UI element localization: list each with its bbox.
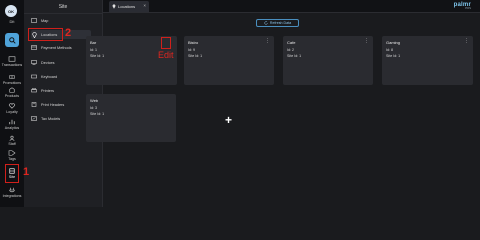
card-name: Cafe — [287, 40, 296, 45]
nav-products[interactable]: Products — [0, 87, 24, 98]
transactions-icon — [8, 56, 16, 62]
nav-label: Analytics — [4, 126, 20, 130]
submenu-item-map[interactable]: Map — [31, 16, 91, 25]
submenu-label: Tax Models — [41, 116, 61, 121]
nav-integrations[interactable]: Integrations — [0, 187, 24, 198]
submenu-item-print-headers[interactable]: Print Headers — [31, 100, 91, 109]
printer-icon — [31, 88, 37, 93]
card-name: Bar — [90, 40, 97, 45]
submenu-label: Devices — [41, 60, 55, 65]
products-icon — [9, 87, 15, 93]
panel-title: Site — [24, 0, 102, 14]
loyalty-icon — [8, 103, 16, 109]
map-icon — [31, 18, 37, 23]
card-name: Bistro — [188, 40, 199, 45]
card-name: Web — [90, 98, 99, 103]
nav-label: Transactions — [1, 63, 23, 67]
nav-loyalty[interactable]: Loyalty — [0, 103, 24, 114]
tags-icon — [8, 150, 16, 156]
more-options-icon[interactable]: ⋮ — [364, 39, 369, 44]
refresh-label: Refresh Data — [269, 21, 292, 25]
card-id: Id: 8 — [386, 48, 393, 52]
nav-staff[interactable]: Staff — [0, 135, 24, 146]
location-card-web[interactable]: Web Id: 3 Site Id: 1 — [86, 94, 176, 142]
card-site-id: Site Id: 1 — [386, 54, 401, 58]
card-id: Id: 1 — [90, 48, 97, 52]
card-name: Gaming — [386, 40, 401, 45]
top-bar: Locations × palmr POS — [103, 0, 480, 13]
location-card-bistro[interactable]: Bistro Id: 9 Site Id: 1 ⋮ — [184, 36, 274, 85]
submenu-item-keyboard[interactable]: Keyboard — [31, 72, 91, 81]
search-icon — [8, 36, 16, 44]
submenu-item-payment-methods[interactable]: Payment Methods — [31, 43, 91, 52]
submenu-label: Map — [41, 18, 49, 23]
card-site-id: Site Id: 1 — [90, 112, 105, 116]
annotation-box-kebab — [161, 37, 171, 49]
more-options-icon[interactable]: ⋮ — [464, 39, 469, 44]
location-card-gaming[interactable]: Gaming Id: 8 Site Id: 1 ⋮ — [382, 36, 473, 85]
annotation-box-site — [5, 164, 19, 183]
card-site-id: Site Id: 1 — [287, 54, 302, 58]
card-id: Id: 3 — [90, 106, 97, 110]
refresh-data-button[interactable]: Refresh Data — [256, 19, 299, 27]
submenu-item-printers[interactable]: Printers — [31, 86, 91, 95]
tax-icon — [31, 116, 37, 121]
analytics-icon — [9, 119, 15, 125]
nav-label: Integrations — [2, 194, 22, 198]
submenu-label: Keyboard — [41, 74, 58, 79]
devices-icon — [31, 60, 37, 65]
close-icon[interactable]: × — [143, 3, 146, 8]
print-headers-icon — [31, 102, 37, 107]
nav-label: Tags — [8, 157, 16, 161]
tab-locations[interactable]: Locations × — [109, 1, 149, 12]
nav-label: Loyalty — [6, 110, 18, 114]
keyboard-icon — [31, 74, 37, 79]
more-options-icon[interactable]: ⋮ — [265, 39, 270, 44]
nav-label: Products — [4, 94, 20, 98]
annotation-step-2: 2 — [65, 27, 72, 39]
submenu-label: Print Headers — [41, 102, 65, 107]
search-button[interactable] — [5, 33, 19, 47]
card-site-id: Site Id: 1 — [188, 54, 203, 58]
card-id: Id: 9 — [188, 48, 195, 52]
nav-analytics[interactable]: Analytics — [0, 119, 24, 130]
submenu-item-tax-models[interactable]: Tax Models — [31, 114, 91, 123]
annotation-box-locations — [28, 28, 63, 41]
nav-tags[interactable]: Tags — [0, 150, 24, 161]
nav-label: Staff — [8, 142, 16, 146]
promotions-icon — [9, 75, 15, 79]
submenu-label: Printers — [41, 88, 55, 93]
payment-icon — [31, 45, 37, 50]
location-pin-icon — [112, 4, 116, 9]
refresh-icon — [264, 21, 268, 25]
annotation-step-1: 1 — [23, 166, 30, 178]
brand-logo: palmr POS — [454, 2, 471, 10]
staff-icon — [9, 135, 15, 141]
annotation-edit-label: Edit — [158, 50, 174, 60]
add-location-button[interactable]: + — [225, 113, 232, 127]
tab-label: Locations — [118, 4, 136, 9]
card-id: Id: 2 — [287, 48, 294, 52]
nav-label: Promotions — [2, 81, 22, 85]
user-name: Dit — [9, 19, 15, 24]
submenu-label: Payment Methods — [41, 45, 72, 50]
avatar[interactable]: OK — [5, 5, 17, 17]
card-site-id: Site Id: 1 — [90, 54, 105, 58]
location-card-cafe[interactable]: Cafe Id: 2 Site Id: 1 ⋮ — [283, 36, 373, 85]
nav-promotions[interactable]: Promotions — [0, 74, 24, 85]
submenu-item-devices[interactable]: Devices — [31, 58, 91, 67]
nav-transactions[interactable]: Transactions — [0, 56, 24, 67]
integrations-icon — [9, 187, 15, 193]
